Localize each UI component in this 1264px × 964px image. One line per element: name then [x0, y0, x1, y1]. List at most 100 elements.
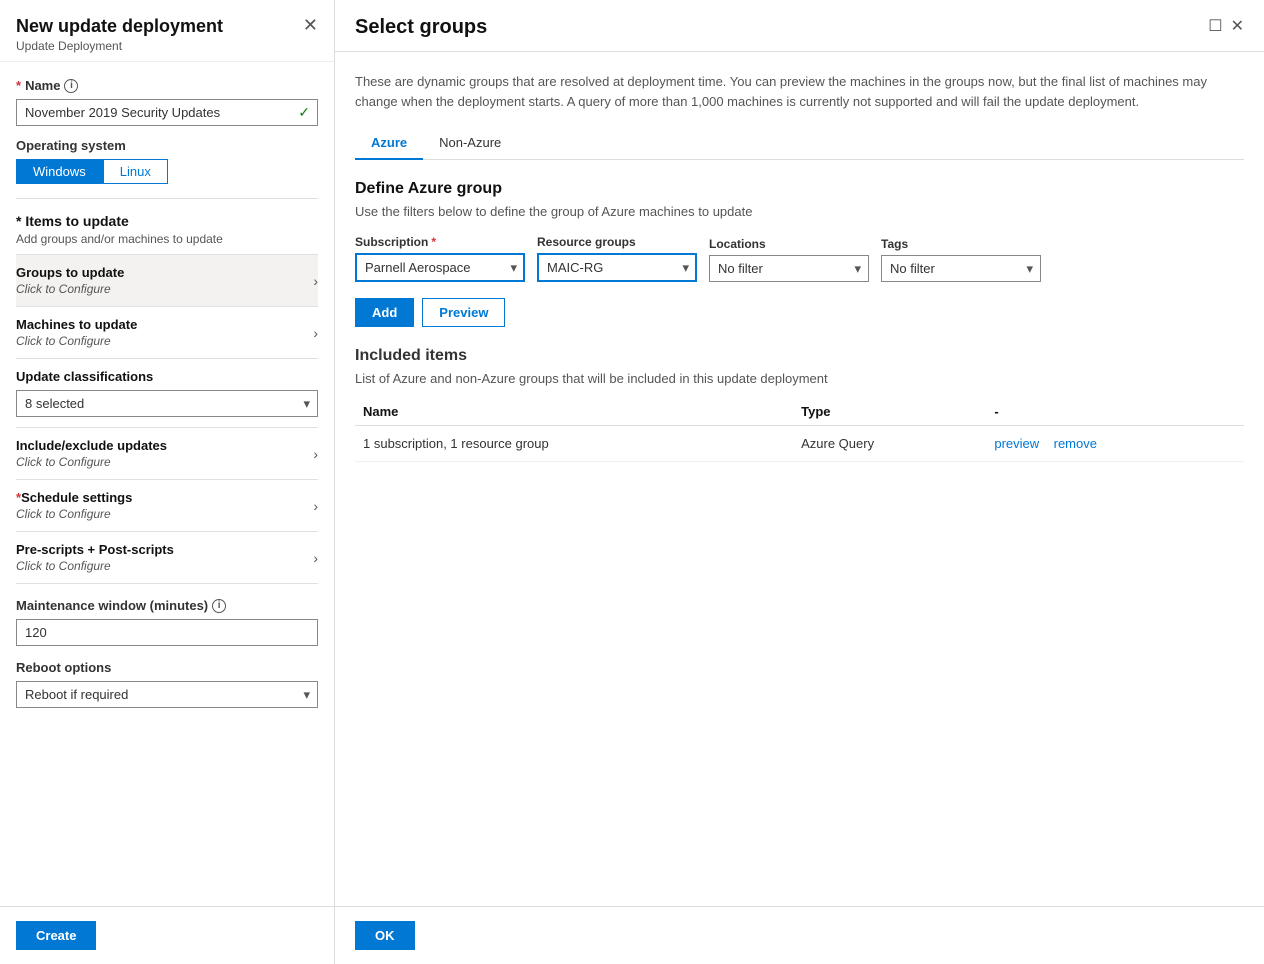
schedule-sub: Click to Configure	[16, 507, 313, 521]
machines-to-update-row[interactable]: Machines to update Click to Configure ›	[16, 306, 318, 358]
description-text: These are dynamic groups that are resolv…	[355, 72, 1244, 111]
subscription-select-wrapper: Parnell Aerospace ▾	[355, 253, 525, 282]
machines-row-title: Machines to update	[16, 317, 313, 332]
row-name: 1 subscription, 1 resource group	[355, 426, 793, 462]
right-header: Select groups ☐ ✕	[335, 0, 1264, 52]
machines-chevron-icon: ›	[313, 325, 318, 341]
items-to-update-title: * Items to update	[16, 213, 318, 229]
maximize-icon: ☐	[1208, 18, 1222, 35]
tags-filter: Tags No filter ▾	[881, 237, 1041, 282]
define-group-desc: Use the filters below to define the grou…	[355, 204, 1244, 219]
groups-row-sub: Click to Configure	[16, 282, 313, 296]
resource-groups-select-wrapper: MAIC-RG ▾	[537, 253, 697, 282]
items-to-update-section: * Items to update Add groups and/or mach…	[16, 213, 318, 584]
os-toggle: Windows Linux	[16, 159, 318, 184]
reboot-select[interactable]: Reboot if required Never reboot Always r…	[16, 681, 318, 708]
maintenance-label: Maintenance window (minutes) i	[16, 598, 318, 613]
schedule-chevron-icon: ›	[313, 498, 318, 514]
define-group-section: Define Azure group Use the filters below…	[355, 180, 1244, 462]
col-header-actions: -	[986, 398, 1244, 426]
tab-azure[interactable]: Azure	[355, 127, 423, 160]
right-panel-title: Select groups	[355, 16, 487, 51]
name-input-wrapper: ✓	[16, 99, 318, 126]
maximize-button[interactable]: ☐	[1208, 16, 1222, 36]
os-windows-button[interactable]: Windows	[16, 159, 103, 184]
items-to-update-subtitle: Add groups and/or machines to update	[16, 232, 318, 246]
resource-groups-select[interactable]: MAIC-RG	[537, 253, 697, 282]
row-actions: preview remove	[986, 426, 1244, 462]
os-linux-button[interactable]: Linux	[103, 159, 168, 184]
name-field-section: * Name i ✓	[16, 78, 318, 126]
tags-label: Tags	[881, 237, 1041, 251]
right-close-button[interactable]: ✕	[1231, 16, 1244, 36]
maintenance-input[interactable]	[16, 619, 318, 646]
locations-select[interactable]: No filter	[709, 255, 869, 282]
reboot-select-wrapper: Reboot if required Never reboot Always r…	[16, 681, 318, 708]
groups-row-title: Groups to update	[16, 265, 313, 280]
left-panel: New update deployment Update Deployment …	[0, 0, 335, 964]
groups-chevron-icon: ›	[313, 273, 318, 289]
tags-select-wrapper: No filter ▾	[881, 255, 1041, 282]
schedule-title: *Schedule settings	[16, 490, 313, 505]
classifications-select[interactable]: 8 selected	[16, 390, 318, 417]
define-group-title: Define Azure group	[355, 180, 1244, 198]
tab-non-azure[interactable]: Non-Azure	[423, 127, 517, 160]
table-row: 1 subscription, 1 resource group Azure Q…	[355, 426, 1244, 462]
locations-select-wrapper: No filter ▾	[709, 255, 869, 282]
resource-groups-label: Resource groups	[537, 235, 697, 249]
os-section: Operating system Windows Linux	[16, 138, 318, 184]
close-button[interactable]: ✕	[303, 16, 318, 34]
action-buttons: Add Preview	[355, 298, 1244, 327]
include-exclude-title: Include/exclude updates	[16, 438, 313, 453]
locations-filter: Locations No filter ▾	[709, 237, 869, 282]
pre-post-sub: Click to Configure	[16, 559, 313, 573]
subscription-filter: Subscription * Parnell Aerospace ▾	[355, 235, 525, 282]
right-footer: OK	[335, 906, 1264, 964]
pre-post-scripts-row[interactable]: Pre-scripts + Post-scripts Click to Conf…	[16, 531, 318, 583]
classifications-title: Update classifications	[16, 369, 318, 384]
pre-post-chevron-icon: ›	[313, 550, 318, 566]
row-type: Azure Query	[793, 426, 986, 462]
name-label: * Name i	[16, 78, 318, 93]
name-input[interactable]	[16, 99, 318, 126]
name-check-icon: ✓	[298, 104, 310, 121]
panel-subtitle: Update Deployment	[16, 39, 223, 53]
left-footer: Create	[0, 906, 334, 964]
pre-post-title: Pre-scripts + Post-scripts	[16, 542, 313, 557]
name-required-star: *	[16, 78, 21, 93]
right-close-icon: ✕	[1231, 18, 1244, 35]
machines-row-sub: Click to Configure	[16, 334, 313, 348]
ok-button[interactable]: OK	[355, 921, 415, 950]
maintenance-info-icon[interactable]: i	[212, 599, 226, 613]
preview-button[interactable]: Preview	[422, 298, 505, 327]
resource-groups-filter: Resource groups MAIC-RG ▾	[537, 235, 697, 282]
included-items-section: Included items List of Azure and non-Azu…	[355, 347, 1244, 462]
col-header-name: Name	[355, 398, 793, 426]
close-icon: ✕	[303, 15, 318, 35]
name-info-icon[interactable]: i	[64, 79, 78, 93]
panel-title: New update deployment	[16, 16, 223, 37]
col-header-type: Type	[793, 398, 986, 426]
classifications-select-wrapper: 8 selected ▾	[16, 390, 318, 417]
add-button[interactable]: Add	[355, 298, 414, 327]
reboot-section: Reboot options Reboot if required Never …	[16, 660, 318, 708]
row-remove-link[interactable]: remove	[1054, 436, 1097, 451]
locations-label: Locations	[709, 237, 869, 251]
left-header-text: New update deployment Update Deployment	[16, 16, 223, 53]
tab-bar: Azure Non-Azure	[355, 127, 1244, 160]
right-panel: Select groups ☐ ✕ These are dynamic grou…	[335, 0, 1264, 964]
include-exclude-row[interactable]: Include/exclude updates Click to Configu…	[16, 427, 318, 479]
include-exclude-sub: Click to Configure	[16, 455, 313, 469]
right-header-icons: ☐ ✕	[1208, 16, 1244, 36]
include-exclude-chevron-icon: ›	[313, 446, 318, 462]
included-items-title: Included items	[355, 347, 1244, 365]
os-label: Operating system	[16, 138, 318, 153]
row-preview-link[interactable]: preview	[994, 436, 1039, 451]
schedule-settings-row[interactable]: *Schedule settings Click to Configure ›	[16, 479, 318, 531]
tags-select[interactable]: No filter	[881, 255, 1041, 282]
create-button[interactable]: Create	[16, 921, 96, 950]
left-header: New update deployment Update Deployment …	[0, 0, 334, 62]
subscription-select[interactable]: Parnell Aerospace	[355, 253, 525, 282]
groups-to-update-row[interactable]: Groups to update Click to Configure ›	[16, 254, 318, 306]
maintenance-input-wrapper	[16, 619, 318, 646]
